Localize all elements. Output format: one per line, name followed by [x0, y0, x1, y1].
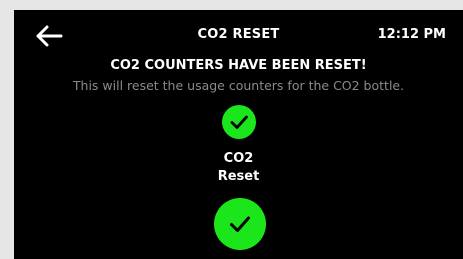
status-check-badge [222, 105, 256, 139]
reset-description: This will reset the usage counters for t… [72, 78, 405, 93]
device-screen: CO2 RESET 12:12 PM CO2 COUNTERS HAVE BEE… [14, 10, 463, 259]
reset-headline: CO2 COUNTERS HAVE BEEN RESET! [110, 58, 367, 73]
header-bar: CO2 RESET 12:12 PM [14, 10, 463, 54]
status-label: CO2 Reset [14, 150, 463, 186]
status-label-line2: Reset [217, 169, 260, 184]
status-label-line1: CO2 [223, 151, 254, 166]
checkmark-icon [222, 105, 256, 139]
clock: 12:12 PM [377, 27, 446, 42]
checkmark-icon [214, 198, 266, 250]
confirm-button[interactable] [214, 198, 266, 250]
